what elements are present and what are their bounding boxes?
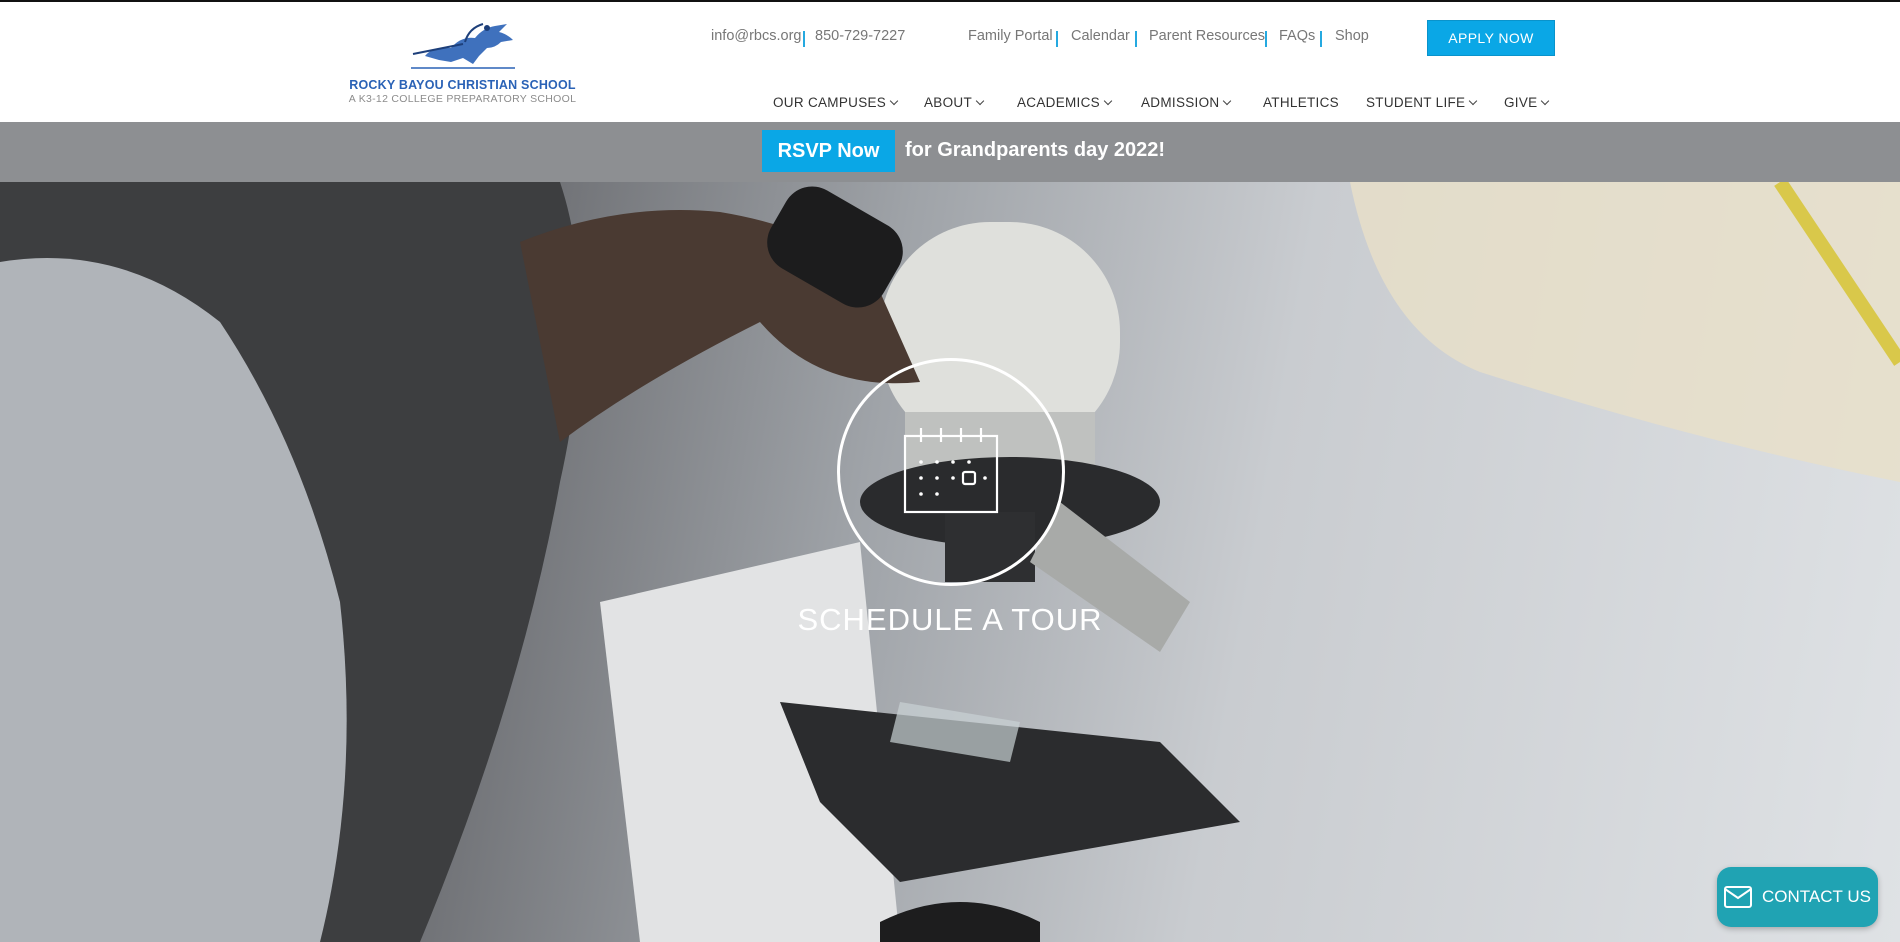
- chevron-down-icon: [1223, 96, 1232, 105]
- nav-label: STUDENT LIFE: [1366, 95, 1466, 110]
- nav-give[interactable]: GIVE: [1504, 95, 1550, 110]
- calendar-icon: [903, 428, 999, 514]
- nav-student-life[interactable]: STUDENT LIFE: [1366, 95, 1478, 110]
- parent-resources-link[interactable]: Parent Resources: [1149, 28, 1265, 44]
- nav-label: GIVE: [1504, 95, 1538, 110]
- nav-athletics[interactable]: ATHLETICS: [1263, 95, 1339, 110]
- divider: [1320, 31, 1322, 47]
- chevron-down-icon: [889, 96, 899, 105]
- nav-label: ADMISSION: [1141, 95, 1220, 110]
- phone-link[interactable]: 850-729-7227: [815, 28, 905, 44]
- chevron-down-icon: [1103, 96, 1113, 105]
- chevron-down-icon: [1541, 96, 1550, 105]
- chevron-down-icon: [1469, 96, 1478, 105]
- divider: [1056, 31, 1058, 47]
- school-logo[interactable]: ROCKY BAYOU CHRISTIAN SCHOOL A K3-12 COL…: [345, 18, 580, 113]
- faqs-link[interactable]: FAQs: [1279, 28, 1315, 44]
- schedule-tour-button[interactable]: [837, 358, 1065, 586]
- school-tagline: A K3-12 COLLEGE PREPARATORY SCHOOL: [348, 93, 577, 105]
- divider: [803, 31, 805, 47]
- chevron-down-icon: [975, 96, 985, 105]
- hero-section: SCHEDULE A TOUR: [0, 182, 1900, 942]
- family-portal-link[interactable]: Family Portal: [968, 28, 1053, 44]
- contact-us-button[interactable]: CONTACT US: [1717, 867, 1878, 927]
- nav-our-campuses[interactable]: OUR CAMPUSES: [773, 95, 899, 110]
- shop-link[interactable]: Shop: [1335, 28, 1369, 44]
- promo-banner: RSVP Now for Grandparents day 2022!: [0, 122, 1900, 182]
- rsvp-now-button[interactable]: RSVP Now: [762, 130, 895, 172]
- calendar-link[interactable]: Calendar: [1071, 28, 1130, 44]
- nav-about[interactable]: ABOUT: [924, 95, 985, 110]
- nav-academics[interactable]: ACADEMICS: [1017, 95, 1113, 110]
- nav-label: OUR CAMPUSES: [773, 95, 887, 110]
- nav-label: ABOUT: [924, 95, 973, 110]
- nav-label: ATHLETICS: [1263, 95, 1339, 110]
- schedule-tour-label[interactable]: SCHEDULE A TOUR: [750, 602, 1150, 638]
- email-link[interactable]: info@rbcs.org: [711, 28, 801, 44]
- nav-admission[interactable]: ADMISSION: [1141, 95, 1232, 110]
- contact-us-label: CONTACT US: [1762, 887, 1871, 906]
- apply-now-button[interactable]: APPLY NOW: [1427, 20, 1555, 56]
- envelope-icon: [1724, 886, 1753, 908]
- knight-on-horse-logo-icon: [410, 23, 515, 69]
- divider: [1135, 31, 1137, 47]
- site-header: ROCKY BAYOU CHRISTIAN SCHOOL A K3-12 COL…: [0, 0, 1900, 122]
- nav-label: ACADEMICS: [1017, 95, 1100, 110]
- promo-text: for Grandparents day 2022!: [905, 139, 1166, 161]
- divider: [1265, 31, 1267, 47]
- school-name: ROCKY BAYOU CHRISTIAN SCHOOL: [349, 78, 576, 92]
